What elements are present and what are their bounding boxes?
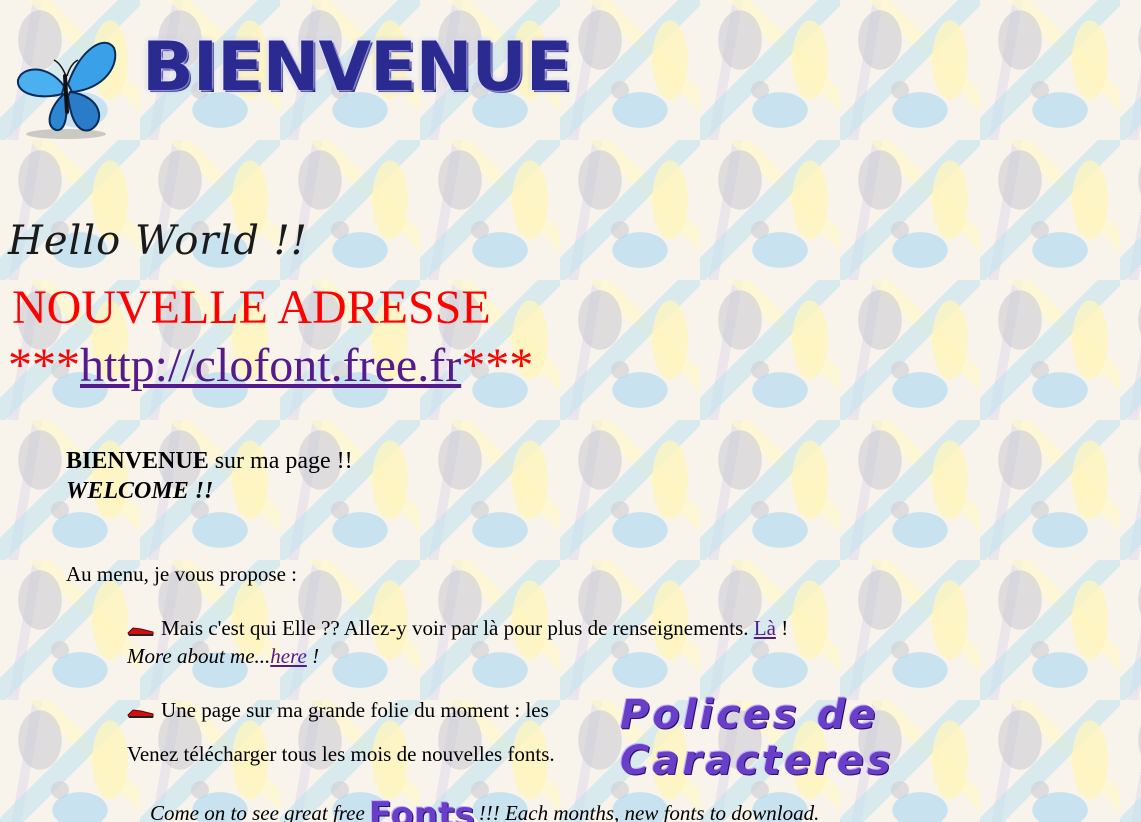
shoe-bullet-icon (127, 709, 154, 719)
about-en-text: More about me... (127, 644, 271, 668)
banner-title: BIENVENUE (142, 28, 572, 107)
new-address-heading: NOUVELLE ADRESSE (12, 281, 491, 334)
welcome-rest: sur ma page !! (208, 448, 353, 474)
about-en-after: ! (306, 644, 320, 668)
url-suffix: *** (461, 339, 534, 392)
welcome-line: BIENVENUE sur ma page !! (66, 446, 353, 476)
english-fonts-before: Come on to see great free (150, 801, 365, 822)
shoe-bullet-icon (127, 627, 154, 637)
fonts-link[interactable]: Fonts (369, 795, 475, 822)
polices-de-caracteres-link[interactable]: Polices de Caracteres (620, 692, 1141, 784)
new-url-line: ***http://clofont.free.fr*** (8, 338, 533, 393)
hello-world-heading: Hello World !! (8, 218, 308, 264)
menu-item-about: Mais c'est qui Elle ?? Allez-y voir par … (127, 614, 788, 670)
butterfly-icon (16, 41, 117, 139)
about-after: ! (775, 616, 789, 640)
about-link-en[interactable]: here (270, 644, 307, 668)
url-prefix: *** (8, 339, 80, 392)
about-text: Mais c'est qui Elle ?? Allez-y voir par … (161, 616, 754, 640)
fonts-monthly-text: Venez télécharger tous les mois de nouve… (127, 742, 555, 766)
fonts-page-text: Une page sur ma grande folie du moment :… (161, 698, 549, 722)
new-url-link[interactable]: http://clofont.free.fr (80, 339, 461, 392)
welcome-block: BIENVENUE sur ma page !! WELCOME !! (66, 446, 353, 506)
english-fonts-after: !!! Each months, new fonts to download. (478, 801, 820, 822)
welcome-bold: BIENVENUE (66, 448, 209, 474)
menu-item-fonts: Une page sur ma grande folie du moment :… (127, 696, 549, 724)
about-link-fr[interactable]: Là (754, 616, 776, 640)
welcome-english: WELCOME !! (66, 478, 214, 504)
menu-intro: Au menu, je vous propose : (66, 562, 297, 586)
english-fonts-line: Come on to see great free Fonts!!! Each m… (150, 795, 819, 822)
